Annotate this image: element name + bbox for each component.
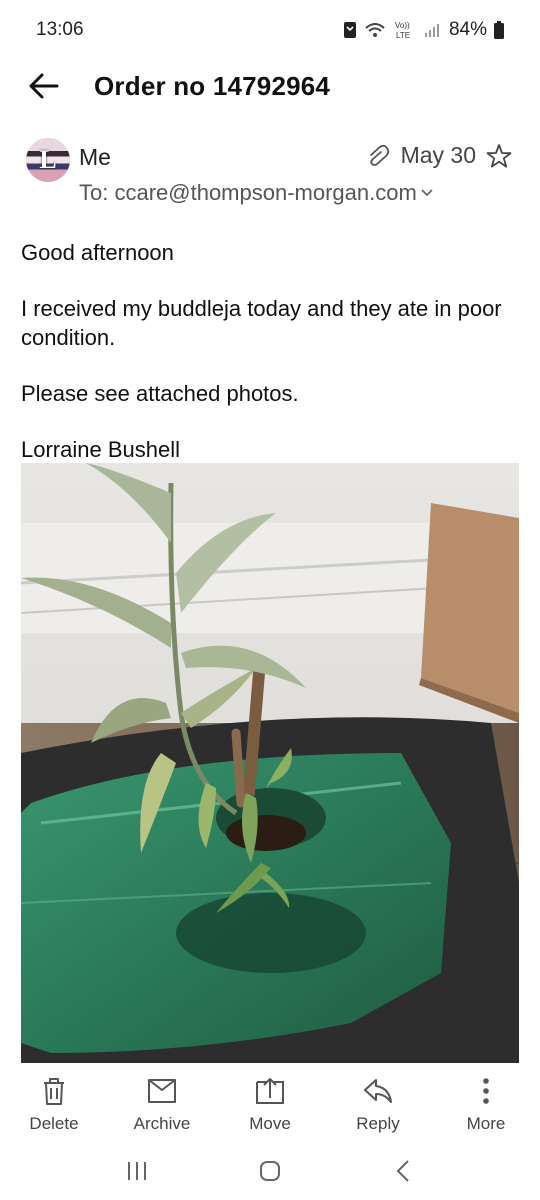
status-time: 13:06 xyxy=(36,19,84,40)
body-paragraph: Good afternoon xyxy=(21,240,174,265)
archive-label: Archive xyxy=(133,1114,191,1133)
email-view-screen: 13:06 Vo)) LTE 84% Order no 14792964 L M… xyxy=(0,0,540,1200)
more-button[interactable]: More xyxy=(432,1076,540,1134)
delete-label: Delete xyxy=(29,1114,79,1133)
volte-icon: Vo)) LTE xyxy=(395,21,410,40)
reply-button[interactable]: Reply xyxy=(324,1076,432,1134)
battery-percentage: 84% xyxy=(448,19,487,40)
recipient-line[interactable]: To: ccare@thompson-morgan.com xyxy=(79,180,434,206)
recents-icon xyxy=(127,1162,146,1180)
svg-text:Vo)): Vo)) xyxy=(395,21,410,30)
signal-icon xyxy=(424,24,439,37)
system-back-button[interactable] xyxy=(373,1146,433,1196)
email-body: Good afternoon I received my buddleja to… xyxy=(21,238,521,491)
home-icon xyxy=(259,1161,280,1181)
trash-icon xyxy=(44,1078,64,1105)
email-date: May 30 xyxy=(400,142,476,168)
reply-label: Reply xyxy=(356,1114,400,1133)
attachment-icon xyxy=(369,144,389,166)
plant-photo xyxy=(21,463,519,1063)
nfc-icon xyxy=(343,22,356,38)
home-button[interactable] xyxy=(240,1146,300,1196)
battery-icon xyxy=(494,21,504,39)
star-icon[interactable] xyxy=(486,143,512,169)
back-button[interactable] xyxy=(16,58,72,114)
reply-icon xyxy=(364,1079,392,1103)
status-icons: Vo)) LTE 84% xyxy=(343,19,504,41)
chevron-down-icon xyxy=(421,189,433,197)
chevron-left-icon xyxy=(396,1160,410,1182)
more-label: More xyxy=(466,1114,506,1133)
status-bar: 13:06 Vo)) LTE 84% xyxy=(0,0,540,60)
svg-text:LTE: LTE xyxy=(396,31,410,40)
back-arrow-icon xyxy=(29,73,59,99)
move-label: Move xyxy=(249,1114,291,1133)
avatar[interactable]: L xyxy=(26,138,70,182)
sender-name: Me xyxy=(79,144,111,170)
delete-button[interactable]: Delete xyxy=(0,1076,108,1134)
email-subject: Order no 14792964 xyxy=(94,70,331,101)
recents-button[interactable] xyxy=(107,1146,167,1196)
attached-photo[interactable] xyxy=(21,463,519,1063)
system-nav-bar xyxy=(0,1142,540,1200)
recipient-address: To: ccare@thompson-morgan.com xyxy=(79,180,417,205)
avatar-letter: L xyxy=(39,145,57,174)
body-paragraph: Please see attached photos. xyxy=(21,381,299,406)
bottom-toolbar: Delete Archive Move Reply More xyxy=(0,1066,540,1142)
move-button[interactable]: Move xyxy=(216,1076,324,1134)
app-bar: Order no 14792964 xyxy=(0,58,540,114)
date-area: May 30 xyxy=(367,142,512,169)
move-icon xyxy=(256,1078,284,1104)
body-signature: Lorraine Bushell xyxy=(21,437,180,462)
archive-button[interactable]: Archive xyxy=(108,1076,216,1134)
more-vertical-icon xyxy=(483,1078,489,1104)
wifi-icon xyxy=(365,23,385,37)
body-paragraph: I received my buddleja today and they at… xyxy=(21,296,502,350)
archive-icon xyxy=(148,1079,176,1103)
message-header: L Me To: ccare@thompson-morgan.com May 3… xyxy=(0,136,540,216)
